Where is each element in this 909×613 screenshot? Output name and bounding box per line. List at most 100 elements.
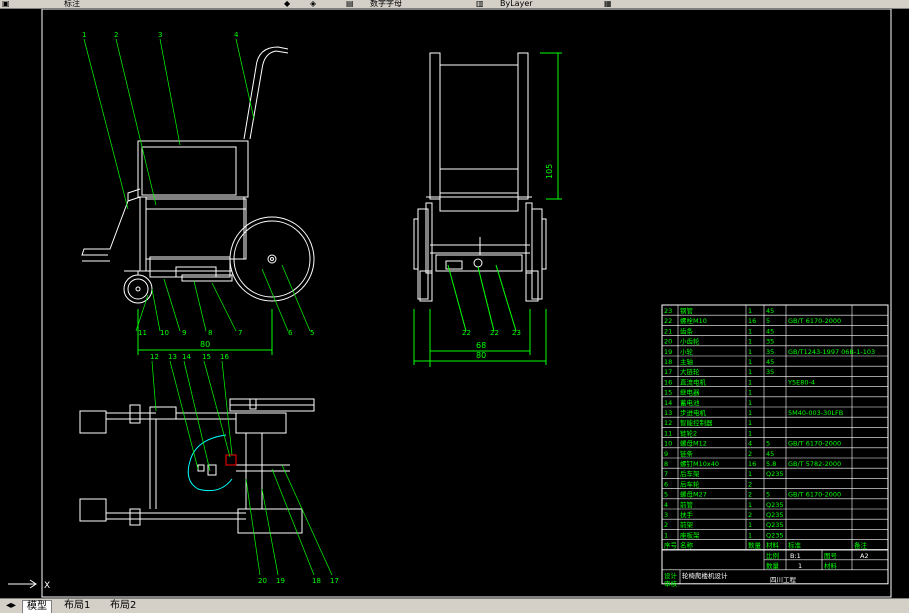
layer-icon[interactable]: ▤ — [346, 0, 354, 8]
lineweight-icon[interactable]: ▦ — [604, 0, 612, 8]
color-icon[interactable]: ▥ — [476, 0, 484, 8]
bom-cell: 5M40-003-30LFB — [788, 409, 843, 417]
svg-text:20: 20 — [258, 577, 267, 585]
bom-cell: 10 — [664, 440, 672, 448]
title-school: 四川工程 — [770, 575, 797, 584]
tab-nav-arrows[interactable]: ◂▸ — [2, 600, 20, 612]
title-mat-label: 材料 — [824, 561, 838, 570]
style-dropdown[interactable]: 标注 — [64, 0, 80, 8]
bom-cell: 主轴 — [680, 357, 694, 366]
front-outer-dim: 80 — [476, 351, 486, 360]
tab-layout2[interactable]: 布局2 — [106, 600, 140, 612]
bom-cell: 智能控制器 — [680, 418, 713, 427]
svg-text:3: 3 — [158, 31, 162, 39]
bom-cell: 2 — [748, 491, 752, 499]
bom-cell: 23 — [664, 307, 672, 315]
bom-cell: 2 — [748, 511, 752, 519]
bom-cell: 继电器 — [680, 388, 700, 397]
bom-cell: 1 — [748, 399, 752, 407]
tab-model[interactable]: 模型 — [22, 600, 52, 613]
bom-cell: 1 — [748, 501, 752, 509]
plan-leaders — [151, 360, 333, 576]
bom-cell: 5 — [766, 317, 770, 325]
tab-layout1[interactable]: 布局1 — [60, 600, 94, 612]
bom-cell: 1 — [748, 368, 752, 376]
bom-cell: 前管 — [680, 500, 694, 509]
bom-cell: 小轮 — [680, 347, 694, 356]
bom-cell: 1 — [748, 358, 752, 366]
bom-cell: Q235 — [766, 501, 784, 509]
bom-cell: GB/T 5782-2000 — [788, 460, 841, 468]
plan-callouts-top: 12 13 14 15 16 — [150, 353, 229, 361]
bom-cell: 45 — [766, 358, 774, 366]
svg-text:5: 5 — [310, 329, 314, 337]
bom-cell: 5 — [766, 440, 770, 448]
bom-cell: 链轮2 — [680, 428, 697, 437]
front-height-dim: 105 — [545, 164, 554, 179]
bom-cell: 1 — [748, 409, 752, 417]
bom-cell: 扶手 — [680, 510, 694, 519]
bom-cell: 后车架 — [680, 469, 700, 478]
bom-header-cell: 标准 — [788, 541, 802, 550]
svg-text:2: 2 — [114, 31, 118, 39]
title-sheet-label: 图号 — [824, 552, 838, 560]
svg-text:22: 22 — [462, 329, 471, 337]
bom-cell: 8 — [664, 460, 668, 468]
bom-cell: 1 — [748, 327, 752, 335]
bom-cell: 2 — [748, 450, 752, 458]
bom-cell: 1 — [748, 348, 752, 356]
bom-cell: 19 — [664, 348, 672, 356]
bom-cell: Q235 — [766, 531, 784, 539]
bom-cell: 齿条 — [680, 326, 694, 335]
bom-cell: 12 — [664, 419, 672, 427]
bom-cell: 2 — [664, 521, 668, 529]
svg-text:8: 8 — [208, 329, 212, 337]
bom-header-cell: 名称 — [680, 541, 694, 550]
bom-header-cell: 备注 — [854, 541, 868, 550]
side-view — [81, 46, 315, 304]
title-sheet: A2 — [860, 552, 869, 560]
svg-text:18: 18 — [312, 577, 321, 585]
bom-cell: 5 — [766, 491, 770, 499]
title-scale-label: 比例 — [766, 551, 779, 560]
svg-text:13: 13 — [168, 353, 177, 361]
bom-cell: 16 — [748, 460, 756, 468]
bom-cell: 20 — [664, 338, 672, 346]
svg-text:10: 10 — [160, 329, 169, 337]
bom-cell: 后车轮 — [680, 479, 700, 488]
plan-wire — [187, 434, 233, 492]
drawing-canvas[interactable]: 80 1 2 3 4 11 10 9 8 7 6 5 68 80 105 22 … — [0, 8, 909, 598]
title-qty: 1 — [798, 562, 802, 570]
bom-cell: 1 — [748, 531, 752, 539]
linetype-dropdown[interactable]: ByLayer — [500, 0, 533, 8]
bom-cell: 1 — [664, 531, 668, 539]
bom-cell: GB/T1243-1997 06B-1-103 — [788, 348, 875, 356]
bom-cell: 45 — [766, 307, 774, 315]
bom-cell: 座板架 — [680, 530, 700, 539]
svg-text:15: 15 — [202, 353, 211, 361]
side-callouts: 1 2 3 4 11 10 9 8 7 6 5 — [82, 31, 314, 337]
title-check-label: 审核 — [664, 579, 678, 588]
bom-cell: 小齿轮 — [680, 337, 700, 346]
dimension-style-icon[interactable]: ◆ — [284, 0, 290, 8]
layer-dropdown[interactable]: 数字字母 — [370, 0, 402, 8]
title-designer-label: 设计 — [664, 571, 678, 580]
bom-cell: 35 — [766, 338, 774, 346]
bom-cell: 1 — [748, 307, 752, 315]
bom-cell: 16 — [748, 317, 756, 325]
bom-cell: 链条 — [680, 449, 694, 458]
folder-icon[interactable]: ▣ — [2, 0, 10, 8]
layout-tabs: ◂▸ 模型 布局1 布局2 — [0, 598, 909, 613]
bom-cell: 钢管 — [680, 306, 694, 315]
svg-text:9: 9 — [182, 329, 186, 337]
title-scale: B:1 — [790, 552, 801, 560]
bom-cell: 18 — [664, 358, 672, 366]
bom-table: 23 钢管 1 4522 螺栓M10 16 5 GB/T 6170-200021 齿条 1 4520… — [661, 304, 889, 588]
bom-header-cell: 材料 — [766, 541, 780, 550]
bom-cell: GB/T 6170-2000 — [788, 491, 841, 499]
svg-text:4: 4 — [234, 31, 239, 39]
svg-text:16: 16 — [220, 353, 229, 361]
bom-cell: 1 — [748, 338, 752, 346]
front-callouts: 22 22 23 — [462, 329, 521, 337]
text-style-icon[interactable]: ◈ — [310, 0, 316, 8]
